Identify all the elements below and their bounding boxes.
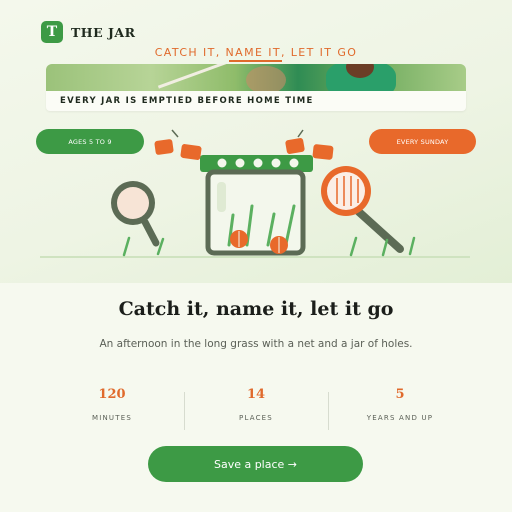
hero-photo [46, 64, 466, 91]
brand[interactable]: T THE JAR [41, 21, 136, 43]
stat-value: 14 [246, 387, 266, 402]
stat-years: 5 YEARS AND UP [328, 384, 472, 422]
stat-label: PLACES [239, 414, 273, 422]
magnifier-left-icon [111, 181, 160, 247]
stat-label: MINUTES [91, 414, 132, 422]
stat-minutes: 120 MINUTES [40, 384, 184, 422]
magnifier-right-icon [321, 166, 404, 253]
kicker-underline [229, 60, 282, 62]
page-subtitle: An afternoon in the long grass with a ne… [99, 338, 413, 350]
save-place-button[interactable]: Save a place → [148, 446, 363, 482]
brand-logo: T [41, 21, 63, 43]
photo-caption-banner: EVERY JAR IS EMPTIED BEFORE HOME TIME [46, 91, 466, 111]
jar-illustration [40, 129, 470, 258]
stat-label: YEARS AND UP [366, 414, 434, 422]
stat-places: 14 PLACES [184, 384, 328, 422]
page-heading: Catch it, name it, let it go [118, 298, 394, 320]
banner-text: EVERY JAR IS EMPTIED BEFORE HOME TIME [60, 96, 314, 106]
jar-icon [200, 155, 313, 256]
stats-row: 120 MINUTES 14 PLACES 5 YEARS AND UP [40, 384, 472, 434]
brand-name: THE JAR [71, 24, 136, 40]
stat-value: 120 [98, 387, 126, 402]
kicker-text: CATCH IT, NAME IT, LET IT GO [154, 46, 358, 59]
stat-value: 5 [395, 387, 405, 402]
